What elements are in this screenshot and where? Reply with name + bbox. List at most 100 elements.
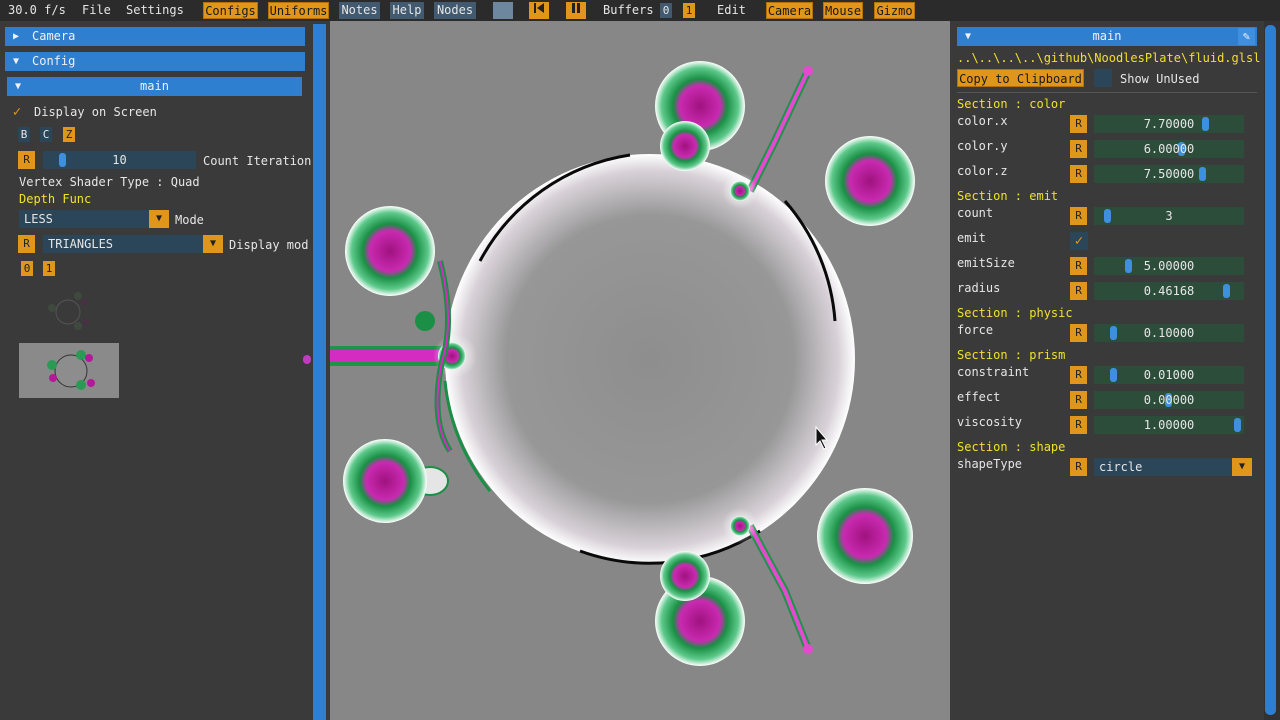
uniform-label: color.y [957,139,1008,153]
dropdown-arrow-icon[interactable]: ▼ [1232,458,1252,476]
b-button[interactable]: B [18,127,30,142]
left-panel: ▶ Camera ▼ Config ▼ main ✓ Display on Sc… [0,21,312,720]
separator [957,92,1257,93]
mode-label: Mode [175,213,204,227]
camera-button[interactable]: Camera [766,2,813,19]
shapetype-combo[interactable]: circle ▼ [1094,458,1252,476]
collapsed-arrow-icon: ▶ [13,31,20,42]
camera-header[interactable]: ▶ Camera [5,27,305,46]
copy-to-clipboard-button[interactable]: Copy to Clipboard [957,69,1084,87]
reset-shapetype-button[interactable]: R [1070,458,1087,476]
buffers-label: Buffers [603,3,654,17]
section-color: Section : color [957,97,1066,111]
display-mode-combo[interactable]: TRIANGLES ▼ [43,235,223,253]
constraint-slider[interactable]: 0.01000 [1094,366,1244,384]
uniform-label: viscosity [957,415,1023,429]
dropdown-arrow-icon[interactable]: ▼ [149,210,169,228]
edit-pencil-icon[interactable]: ✎ [1238,28,1255,45]
uniform-label: radius [957,281,1001,295]
display-on-screen-label: Display on Screen [34,105,157,119]
uniform-label: color.z [957,164,1008,178]
buffer-1-button[interactable]: 1 [683,3,695,18]
skip-back-icon[interactable] [529,2,549,19]
count-iteration-label: Count Iteration [203,154,312,168]
uniform-label: force [957,323,994,337]
reset-force-button[interactable]: R [1070,324,1087,342]
color-y-slider[interactable]: 6.00000 [1094,140,1244,158]
menubar: 30.0 f/s File Settings Configs Uniforms … [0,0,1280,21]
menu-file[interactable]: File [82,3,111,17]
reset-effect-button[interactable]: R [1070,391,1087,409]
reset-count-iteration-button[interactable]: R [18,151,35,169]
mouse-button[interactable]: Mouse [823,2,863,19]
pause-icon[interactable] [566,2,586,19]
buffer-preview-0[interactable] [40,286,96,336]
menu-edit[interactable]: Edit [717,3,746,17]
main-header[interactable]: ▼ main [7,77,302,96]
uniform-label: emitSize [957,256,1015,270]
mode-combo[interactable]: LESS ▼ [19,210,169,228]
uniform-label: shapeType [957,457,1023,471]
depth-func-label: Depth Func [19,192,92,206]
c-button[interactable]: C [40,127,52,142]
fluid-render [330,61,915,666]
uniforms-button[interactable]: Uniforms [268,2,329,19]
reset-viscosity-button[interactable]: R [1070,416,1087,434]
show-unused-checkbox[interactable] [1094,69,1112,87]
uniform-label: emit [957,231,986,245]
left-buffer-0-button[interactable]: 0 [21,261,33,276]
reset-color-z-button[interactable]: R [1070,165,1087,183]
uniforms-main-header[interactable]: ▼ main ✎ [957,27,1257,46]
reset-color-x-button[interactable]: R [1070,115,1087,133]
uniform-label: effect [957,390,1001,404]
buffer-0-button[interactable]: 0 [660,3,672,18]
reset-constraint-button[interactable]: R [1070,366,1087,384]
gizmo-button[interactable]: Gizmo [874,2,915,19]
reset-count-button[interactable]: R [1070,207,1087,225]
reset-emitsize-button[interactable]: R [1070,257,1087,275]
scrollbar-thumb[interactable] [1265,25,1276,715]
nodes-button[interactable]: Nodes [434,2,476,19]
radius-slider[interactable]: 0.46168 [1094,282,1244,300]
force-slider[interactable]: 0.10000 [1094,324,1244,342]
count-slider[interactable]: 3 [1094,207,1244,225]
color-z-slider[interactable]: 7.50000 [1094,165,1244,183]
splitter-bar[interactable] [313,24,326,720]
fps-counter: 30.0 f/s [8,3,66,17]
uniform-label: count [957,206,994,220]
section-physic: Section : physic [957,306,1073,320]
section-prism: Section : prism [957,348,1066,362]
z-button[interactable]: Z [63,127,75,142]
uniform-label: color.x [957,114,1008,128]
reset-color-y-button[interactable]: R [1070,140,1087,158]
help-button[interactable]: Help [390,2,424,19]
expanded-arrow-icon: ▼ [13,56,20,67]
buffer-preview-1[interactable] [19,343,119,398]
right-scrollbar[interactable] [1264,21,1280,720]
uniform-label: constraint [957,365,1030,379]
menu-settings[interactable]: Settings [126,3,184,17]
section-shape: Section : shape [957,440,1066,454]
shader-file-path: ..\..\..\..\github\NoodlesPlate\fluid.gl… [957,51,1261,65]
emit-checkbox[interactable]: ✓ [1070,232,1088,250]
display-on-screen-checkbox[interactable]: ✓ [8,103,26,121]
dropdown-arrow-icon[interactable]: ▼ [203,235,223,253]
configs-button[interactable]: Configs [203,2,258,19]
count-iteration-slider[interactable]: 10 [43,151,196,169]
show-unused-label: Show UnUsed [1120,72,1200,86]
config-header[interactable]: ▼ Config [5,52,305,71]
color-x-slider[interactable]: 7.70000 [1094,115,1244,133]
color-swatch-button[interactable] [493,2,513,19]
display-mode-label: Display mod [229,238,309,252]
effect-slider[interactable]: 0.00000 [1094,391,1244,409]
viscosity-slider[interactable]: 1.00000 [1094,416,1244,434]
section-emit: Section : emit [957,189,1059,203]
emitsize-slider[interactable]: 5.00000 [1094,257,1244,275]
left-buffer-1-button[interactable]: 1 [43,261,55,276]
render-viewport[interactable] [330,21,950,720]
splitter-handle[interactable] [303,355,311,364]
reset-radius-button[interactable]: R [1070,282,1087,300]
vertex-shader-type: Vertex Shader Type : Quad [19,175,200,189]
notes-button[interactable]: Notes [339,2,380,19]
reset-display-mode-button[interactable]: R [18,235,35,253]
